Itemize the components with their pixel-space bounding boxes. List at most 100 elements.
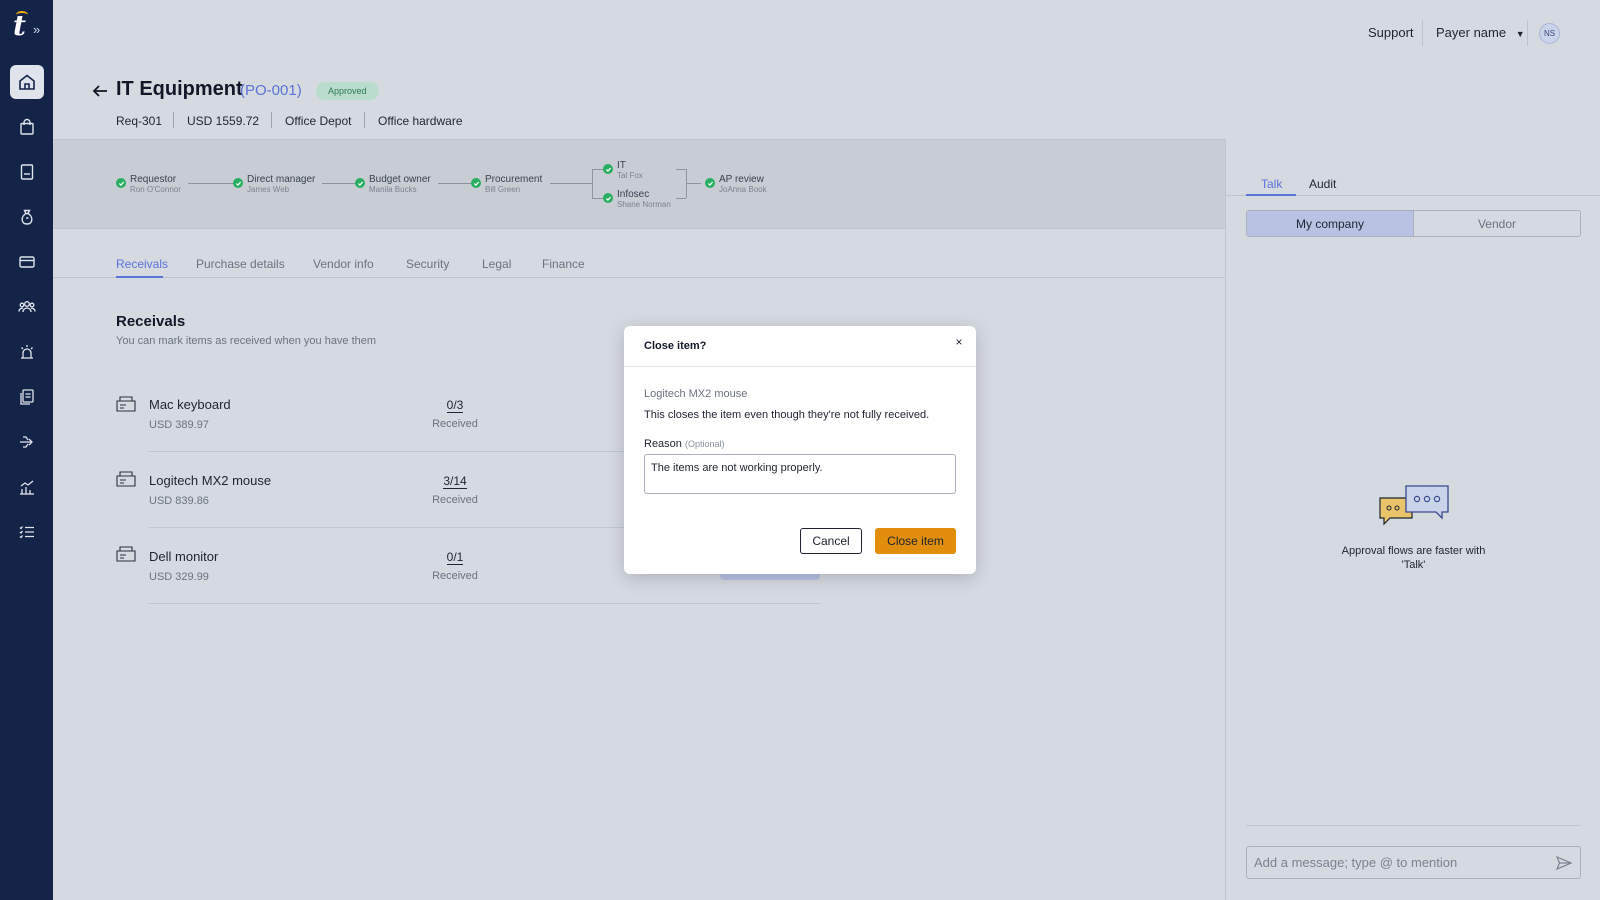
close-item-button[interactable]: Close item: [875, 528, 956, 554]
check-icon: [603, 164, 613, 174]
po-number: (PO-001): [240, 82, 302, 99]
meta-vendor: Office Depot: [285, 114, 352, 128]
package-icon: [116, 471, 136, 487]
flow-step-it[interactable]: IT Tal Fox: [603, 160, 643, 181]
nav-users[interactable]: [10, 290, 44, 324]
flow-arrow-icon: [20, 436, 33, 448]
close-item-dialog: Close item? × Logitech MX2 mouse This cl…: [624, 326, 976, 574]
nav-documents[interactable]: [10, 380, 44, 414]
step-name: Procurement: [485, 174, 543, 185]
meta-divider: [364, 112, 365, 128]
step-name: Budget owner: [369, 174, 431, 185]
optional-hint: (Optional): [684, 439, 725, 449]
tab-purchase-details[interactable]: Purchase details: [196, 257, 285, 271]
nav-cards[interactable]: [10, 245, 44, 279]
nav-tasks[interactable]: [10, 515, 44, 549]
flow-connector: [676, 198, 686, 199]
step-person: James Web: [247, 185, 290, 194]
item-price: USD 389.97: [149, 419, 209, 431]
check-icon: [705, 178, 715, 188]
tab-security[interactable]: Security: [406, 257, 449, 271]
step-name: AP review: [719, 174, 764, 185]
meta-divider: [173, 112, 174, 128]
reason-input[interactable]: The items are not working properly.: [644, 454, 956, 494]
close-icon[interactable]: ×: [951, 334, 967, 350]
package-icon: [116, 396, 136, 412]
quantity-label: Received: [432, 570, 478, 582]
item-name: Logitech MX2 mouse: [149, 473, 272, 488]
audience-toggle: My company Vendor: [1246, 210, 1581, 237]
flow-connector: [686, 183, 701, 184]
tab-talk[interactable]: Talk: [1261, 177, 1282, 191]
item-quantity[interactable]: 0/1: [425, 550, 485, 565]
flow-connector: [676, 169, 686, 170]
logo-t-icon: t: [13, 9, 26, 42]
tab-finance[interactable]: Finance: [542, 257, 585, 271]
step-person: Ron O'Connor: [130, 185, 181, 194]
chat-divider: [1246, 825, 1581, 826]
status-badge: Approved: [316, 82, 379, 100]
tab-receivals[interactable]: Receivals: [116, 257, 168, 271]
section-title: Receivals: [116, 313, 186, 330]
item-name: Mac keyboard: [149, 397, 231, 412]
support-link[interactable]: Support: [1368, 25, 1414, 40]
item-price: USD 329.99: [149, 571, 209, 583]
nav-integrations[interactable]: [10, 425, 44, 459]
page-title: IT Equipment: [116, 78, 243, 100]
flow-step-direct-manager[interactable]: Direct manager James Web: [233, 174, 315, 195]
cancel-button[interactable]: Cancel: [800, 528, 862, 554]
segment-my-company[interactable]: My company: [1247, 211, 1414, 236]
money-bag-icon: [21, 209, 33, 225]
row-divider: [149, 603, 821, 604]
chart-icon: [20, 480, 34, 495]
quantity-value: 0/1: [446, 550, 464, 565]
dialog-description: This closes the item even though they're…: [644, 409, 930, 421]
flow-step-requestor[interactable]: Requestor Ron O'Connor: [116, 174, 181, 195]
tab-vendor-info[interactable]: Vendor info: [313, 257, 374, 271]
talk-empty-text: Approval flows are faster with 'Talk': [1341, 545, 1486, 571]
flow-step-procurement[interactable]: Procurement Bill Green: [471, 174, 542, 195]
tab-audit[interactable]: Audit: [1309, 177, 1336, 191]
item-price: USD 839.86: [149, 495, 209, 507]
flow-branch-line: [592, 169, 593, 198]
active-tab-indicator: [116, 276, 163, 278]
user-avatar[interactable]: NS: [1539, 23, 1560, 44]
flow-step-budget-owner[interactable]: Budget owner Manila Bucks: [355, 174, 431, 195]
segment-vendor[interactable]: Vendor: [1414, 211, 1580, 236]
item-quantity[interactable]: 3/14: [425, 474, 485, 489]
nav-budgets[interactable]: [10, 200, 44, 234]
shopping-bag-icon: [20, 118, 34, 135]
meta-category: Office hardware: [378, 114, 463, 128]
send-icon[interactable]: [1556, 855, 1572, 871]
tab-legal[interactable]: Legal: [482, 257, 511, 271]
message-input[interactable]: [1246, 846, 1581, 879]
flow-connector: [550, 183, 592, 184]
back-arrow-icon[interactable]: [91, 82, 109, 100]
flow-step-infosec[interactable]: Infosec Shane Norman: [603, 189, 671, 210]
users-icon: [18, 301, 36, 313]
nav-alerts[interactable]: [10, 335, 44, 369]
nav-analytics[interactable]: [10, 470, 44, 504]
flow-step-ap-review[interactable]: AP review JoAnna Book: [705, 174, 767, 195]
flow-connector: [438, 183, 472, 184]
step-person: Tal Fox: [617, 171, 643, 180]
item-quantity[interactable]: 0/3: [425, 398, 485, 413]
nav-purchases[interactable]: [10, 110, 44, 144]
meta-divider: [271, 112, 272, 128]
payer-dropdown[interactable]: Payer name ▼: [1436, 25, 1525, 40]
app-logo[interactable]: t »: [11, 10, 45, 44]
quantity-value: 0/3: [446, 398, 464, 413]
step-name: Infosec: [617, 189, 650, 200]
home-icon: [19, 74, 35, 90]
tabs-divider: [53, 277, 1225, 278]
step-person: Manila Bucks: [369, 185, 417, 194]
flow-connector: [322, 183, 356, 184]
expand-chevron-icon[interactable]: »: [33, 22, 40, 37]
check-icon: [233, 178, 243, 188]
active-tab-indicator: [1246, 194, 1296, 196]
nav-invoices[interactable]: [10, 155, 44, 189]
quantity-label: Received: [432, 494, 478, 506]
step-person: Shane Norman: [617, 200, 671, 209]
reason-label: Reason (Optional): [644, 438, 725, 450]
nav-home[interactable]: [10, 65, 44, 99]
